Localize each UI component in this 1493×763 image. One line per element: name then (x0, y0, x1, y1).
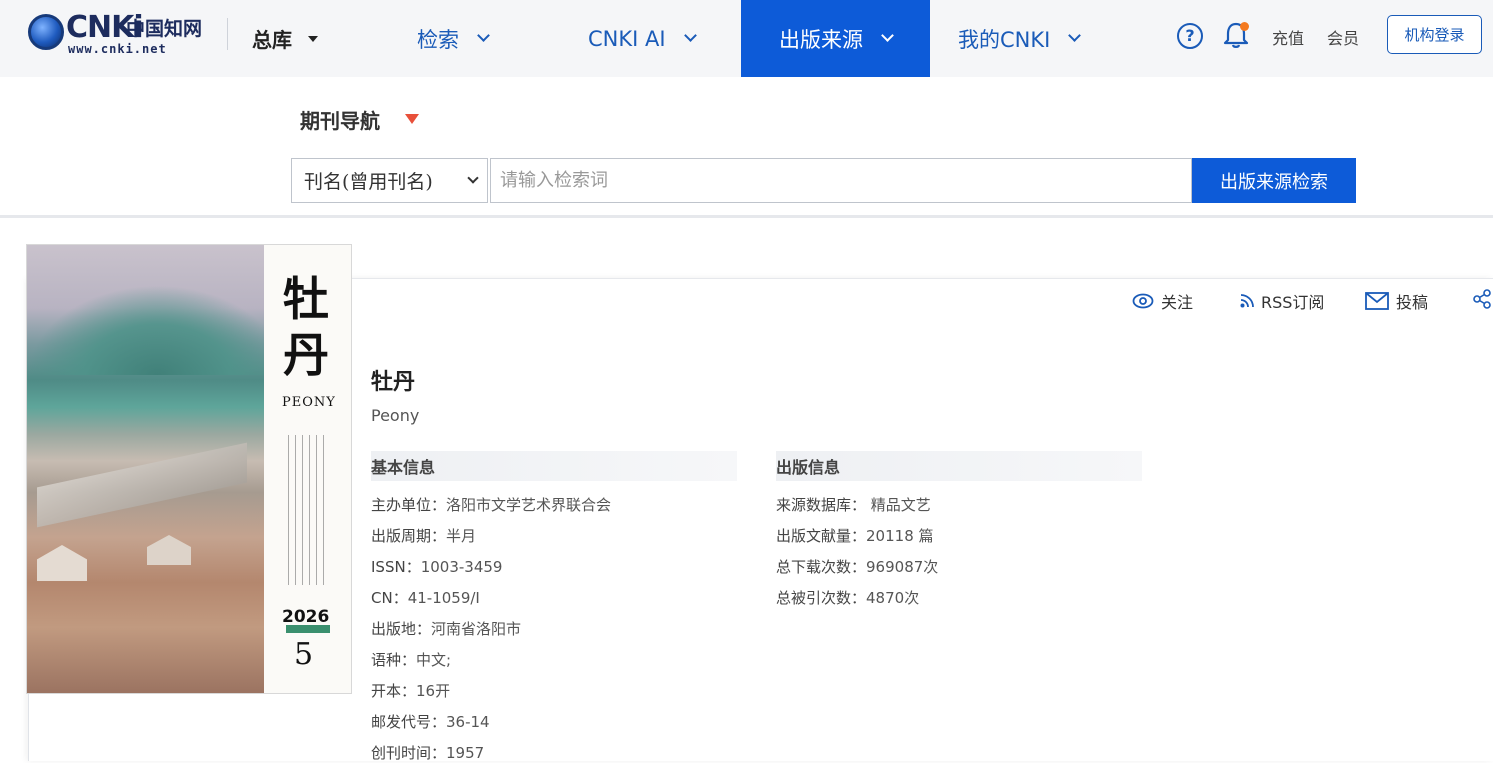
rss-label: RSS订阅 (1261, 293, 1325, 312)
info-row-doc-count: 出版文献量：20118 篇 (776, 527, 934, 545)
chevron-down-icon (881, 29, 894, 42)
nav-zongku[interactable]: 总库 (252, 0, 318, 77)
info-row-frequency: 出版周期：半月 (371, 527, 477, 545)
nav-my-cnki[interactable]: 我的CNKI (958, 0, 1082, 77)
info-row-cn: CN：41-1059/I (371, 589, 480, 607)
caret-down-icon (308, 35, 318, 42)
search-input[interactable] (490, 158, 1192, 203)
nav-publication-source-label: 出版来源 (779, 27, 863, 52)
info-row-postal-code: 邮发代号：36-14 (371, 713, 490, 731)
cover-painting (27, 245, 264, 693)
nav-cnki-ai[interactable]: CNKI AI (588, 0, 697, 77)
basic-info-heading: 基本信息 (371, 451, 737, 481)
info-row-citations: 总被引次数：4870次 (776, 589, 920, 607)
nav-cnki-ai-label: CNKI AI (588, 26, 666, 51)
nav-search-label: 检索 (417, 27, 459, 52)
info-row-founded: 创刊时间：1957 (371, 744, 485, 762)
nav-publication-source[interactable]: 出版来源 (741, 0, 930, 77)
logo-divider (227, 18, 228, 50)
envelope-icon (1365, 292, 1389, 310)
triangle-down-icon[interactable] (405, 114, 419, 124)
logo-chinese: 中国知网 (126, 18, 203, 40)
cover-tag (286, 625, 330, 633)
top-navbar: CNKi 中国知网 www.cnki.net 总库 检索 CNKI AI 出版来… (0, 0, 1493, 77)
chevron-down-icon (467, 172, 479, 184)
info-row-language: 语种：中文; (371, 651, 452, 669)
follow-button[interactable]: 关注 (1132, 289, 1193, 313)
info-row-source-db: 来源数据库： 精品文艺 (776, 496, 931, 514)
help-icon[interactable]: ? (1177, 23, 1203, 49)
publication-info-heading: 出版信息 (776, 451, 1142, 481)
globe-icon (28, 14, 64, 50)
chevron-down-icon (477, 29, 490, 42)
logo-url: www.cnki.net (68, 42, 167, 56)
cover-english-title: PEONY (282, 395, 336, 410)
search-field-select[interactable]: 刊名(曾用刊名) (291, 158, 488, 203)
info-row-sponsor: 主办单位：洛阳市文学艺术界联合会 (371, 496, 612, 514)
nav-search[interactable]: 检索 (417, 0, 490, 77)
cover-title: 牡 丹 (283, 272, 329, 382)
cnki-logo[interactable]: CNKi 中国知网 www.cnki.net (28, 10, 203, 56)
rss-button[interactable]: RSS订阅 (1240, 289, 1324, 313)
publication-search-button[interactable]: 出版来源检索 (1192, 158, 1356, 203)
submit-manuscript-button[interactable]: 投稿 (1365, 289, 1428, 313)
recharge-link[interactable]: 充值 (1272, 25, 1304, 49)
chevron-down-icon (1068, 29, 1082, 42)
search-area: 期刊导航 刊名(曾用刊名) 出版来源检索 (0, 77, 1493, 218)
cover-title-strip: 牡 丹 PEONY 2026 5 (264, 245, 351, 693)
notification-dot (1240, 22, 1249, 31)
share-icon[interactable] (1472, 289, 1492, 309)
info-row-issn: ISSN：1003-3459 (371, 558, 503, 576)
journal-nav-toggle[interactable]: 期刊导航 (300, 105, 380, 134)
institution-login-button[interactable]: 机构登录 (1387, 15, 1482, 54)
journal-title: 牡丹 (371, 369, 416, 395)
info-row-format: 开本：16开 (371, 682, 451, 700)
chevron-down-icon (683, 29, 697, 42)
cover-text-lines (288, 435, 328, 585)
journal-english-title: Peony (371, 406, 420, 425)
info-row-downloads: 总下载次数：969087次 (776, 558, 939, 576)
cover-issue: 5 (294, 637, 314, 672)
follow-label: 关注 (1161, 293, 1194, 312)
eye-icon (1132, 293, 1154, 309)
search-field-value: 刊名(曾用刊名) (304, 171, 433, 193)
journal-cover: 牡 丹 PEONY 2026 5 (26, 244, 352, 694)
submit-label: 投稿 (1396, 293, 1429, 312)
nav-my-cnki-label: 我的CNKI (958, 27, 1051, 52)
rss-icon (1240, 294, 1254, 308)
nav-zongku-label: 总库 (252, 28, 292, 52)
member-link[interactable]: 会员 (1327, 25, 1359, 49)
cover-year: 2026 (282, 607, 330, 627)
info-row-place: 出版地：河南省洛阳市 (371, 620, 522, 638)
